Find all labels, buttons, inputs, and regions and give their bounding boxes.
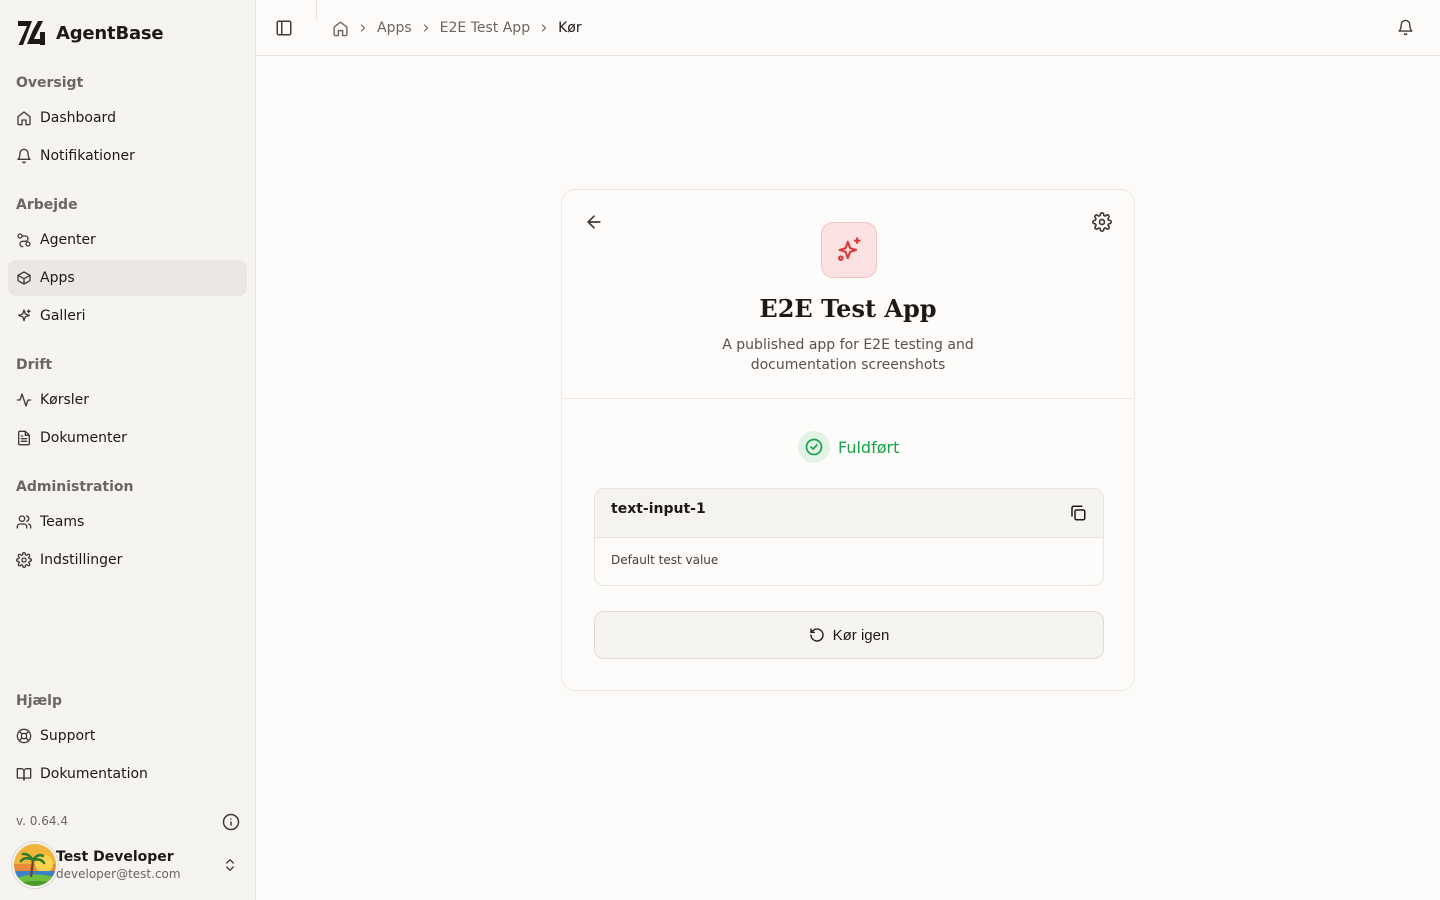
book-icon — [16, 768, 32, 781]
sidebar-item-label: Support — [40, 728, 96, 744]
user-menu[interactable]: Test Developer developer@test.com — [12, 842, 248, 888]
app-title: E2E Test App — [759, 294, 937, 323]
home-icon — [17, 111, 31, 126]
brand-name: AgentBase — [56, 22, 164, 44]
box-icon — [17, 271, 31, 285]
chevron-right-icon — [541, 24, 547, 32]
sidebar-item-label: Teams — [40, 514, 85, 530]
home-icon[interactable] — [332, 20, 349, 37]
output-value: Default test value — [611, 553, 719, 567]
sidebar-item-apps[interactable]: Apps — [8, 260, 247, 296]
sidebar-item-teams[interactable]: Teams — [8, 504, 247, 540]
sidebar-item-label: Galleri — [40, 308, 86, 324]
sparkles-icon — [838, 237, 861, 261]
bell-icon[interactable] — [1397, 19, 1414, 36]
sidebar-item-label: Dokumentation — [40, 766, 148, 782]
breadcrumb-current: Kør — [558, 20, 582, 36]
status-icon-wrap — [798, 431, 830, 463]
agentbase-logo — [18, 21, 45, 45]
chevrons-up-down-icon — [226, 859, 234, 871]
sidebar-item-dashboard[interactable]: Dashboard — [8, 100, 247, 136]
check-circle-icon — [805, 438, 823, 456]
rotate-ccw-icon — [809, 628, 824, 642]
sidebar-item-documentation[interactable]: Dokumentation — [8, 756, 247, 792]
output-key: text-input-1 — [611, 501, 706, 517]
breadcrumb: Apps E2E Test App Kør — [332, 18, 582, 38]
sidebar-item-label: Agenter — [40, 232, 96, 248]
copy-icon[interactable] — [1069, 504, 1087, 522]
breadcrumb-app[interactable]: E2E Test App — [440, 20, 530, 36]
route-icon — [17, 233, 31, 248]
gear-icon[interactable] — [1092, 212, 1112, 232]
app-icon — [821, 222, 877, 278]
sidebar-item-label: Notifikationer — [40, 148, 135, 164]
sidebar-item-settings[interactable]: Indstillinger — [8, 542, 247, 578]
brand[interactable]: AgentBase — [16, 18, 164, 48]
sidebar-item-runs[interactable]: Kørsler — [8, 382, 247, 418]
file-text-icon — [18, 430, 30, 446]
sidebar-item-label: Kørsler — [40, 392, 90, 408]
avatar — [12, 842, 58, 888]
section-label-help: Hjælp — [16, 693, 63, 709]
app-description: A published app for E2E testing and docu… — [722, 337, 974, 373]
bell-icon — [17, 148, 31, 164]
user-email: developer@test.com — [56, 867, 181, 881]
sidebar-item-notifications[interactable]: Notifikationer — [8, 138, 247, 174]
app-version: v. 0.64.4 — [16, 814, 68, 828]
info-icon[interactable] — [222, 813, 240, 831]
app-run-card: E2E Test App A published app for E2E tes… — [561, 189, 1135, 691]
life-buoy-icon — [16, 728, 32, 744]
chevron-right-icon — [423, 24, 428, 32]
section-label-operations: Drift — [16, 357, 53, 373]
sidebar-toggle-icon[interactable] — [275, 19, 293, 37]
sidebar-item-documents[interactable]: Dokumenter — [8, 420, 247, 456]
output-field: text-input-1 Default test value — [594, 488, 1104, 586]
sidebar-item-label: Dokumenter — [40, 430, 127, 446]
section-label-administration: Administration — [16, 479, 134, 495]
status-badge: Fuldført — [798, 431, 899, 463]
sidebar-item-support[interactable]: Support — [8, 718, 247, 754]
topbar: Apps E2E Test App Kør — [256, 0, 1440, 56]
section-label-overview: Oversigt — [16, 75, 84, 91]
chevron-right-icon — [360, 24, 366, 32]
section-label-work: Arbejde — [16, 197, 78, 213]
output-header: text-input-1 — [595, 489, 1103, 538]
sidebar-item-label: Dashboard — [40, 110, 116, 126]
topbar-divider — [316, 0, 317, 20]
sidebar-item-label: Apps — [40, 270, 75, 286]
rerun-label: Kør igen — [832, 626, 890, 644]
arrow-left-icon[interactable] — [584, 212, 604, 232]
sidebar: AgentBase Oversigt Dashboard Notifikatio… — [0, 0, 256, 900]
sidebar-item-label: Indstillinger — [40, 552, 123, 568]
users-icon — [16, 515, 32, 529]
gear-icon — [16, 552, 32, 568]
breadcrumb-apps[interactable]: Apps — [377, 20, 412, 36]
sidebar-item-agents[interactable]: Agenter — [8, 222, 247, 258]
sidebar-item-gallery[interactable]: Galleri — [8, 298, 247, 334]
sparkles-icon — [18, 309, 31, 322]
user-name: Test Developer — [56, 849, 174, 865]
activity-icon — [16, 393, 32, 407]
status-text: Fuldført — [838, 437, 900, 457]
card-divider — [562, 398, 1134, 399]
rerun-button[interactable]: Kør igen — [594, 611, 1104, 659]
